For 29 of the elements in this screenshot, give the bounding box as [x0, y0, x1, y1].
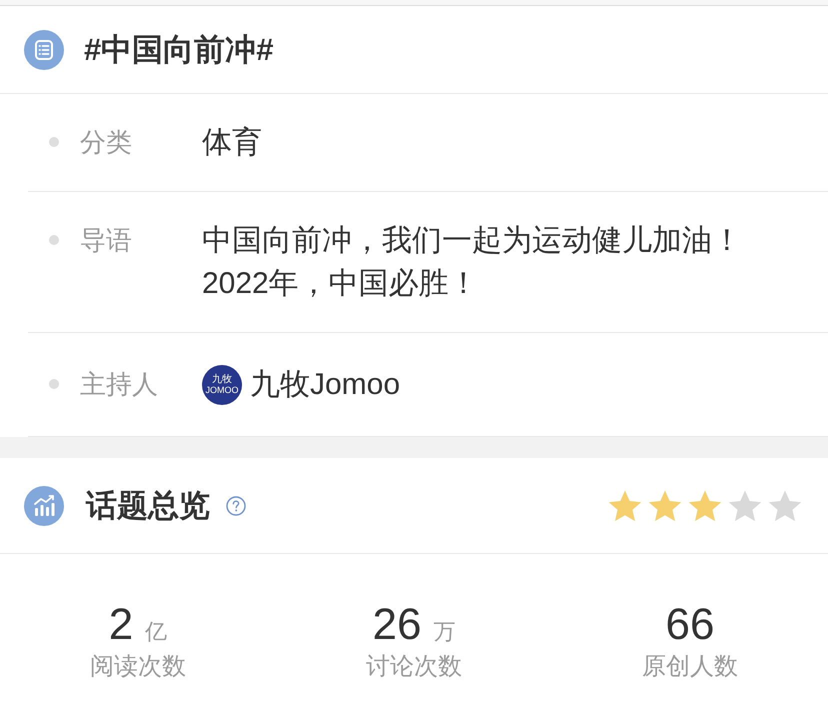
chart-icon — [24, 486, 64, 526]
list-icon — [24, 30, 64, 70]
star-icon — [648, 488, 682, 522]
detail-label: 导语 — [80, 224, 133, 257]
host-name[interactable]: 九牧Jomoo — [250, 363, 400, 406]
intro-text: 中国向前冲，我们一起为运动健儿加油！ 2022年，中国必胜！ — [202, 223, 742, 302]
topic-title: #中国向前冲# — [84, 30, 274, 68]
star-icon — [728, 488, 762, 522]
detail-value: 体育 — [202, 125, 262, 161]
stat-label: 阅读次数 — [90, 652, 186, 682]
stat-value: 2 — [108, 600, 134, 650]
stat-value: 26 — [372, 600, 422, 650]
stat-label: 讨论次数 — [366, 652, 462, 682]
star-icon — [768, 488, 802, 522]
logo-text: JOMOO — [206, 385, 238, 395]
section-title: 话题总览 — [86, 486, 210, 524]
star-icon — [688, 488, 722, 522]
stat-value: 66 — [666, 600, 714, 650]
logo-text: 九牧 — [212, 374, 232, 385]
help-icon[interactable] — [226, 496, 246, 516]
stat-unit: 亿 — [145, 619, 168, 645]
stat-label: 原创人数 — [642, 652, 738, 682]
detail-label: 分类 — [80, 126, 133, 159]
star-icon — [608, 488, 642, 522]
stat-unit: 万 — [433, 619, 456, 645]
bullet-icon — [49, 235, 59, 245]
detail-label: 主持人 — [80, 368, 159, 401]
bullet-icon — [49, 137, 59, 147]
bullet-icon — [49, 379, 59, 389]
